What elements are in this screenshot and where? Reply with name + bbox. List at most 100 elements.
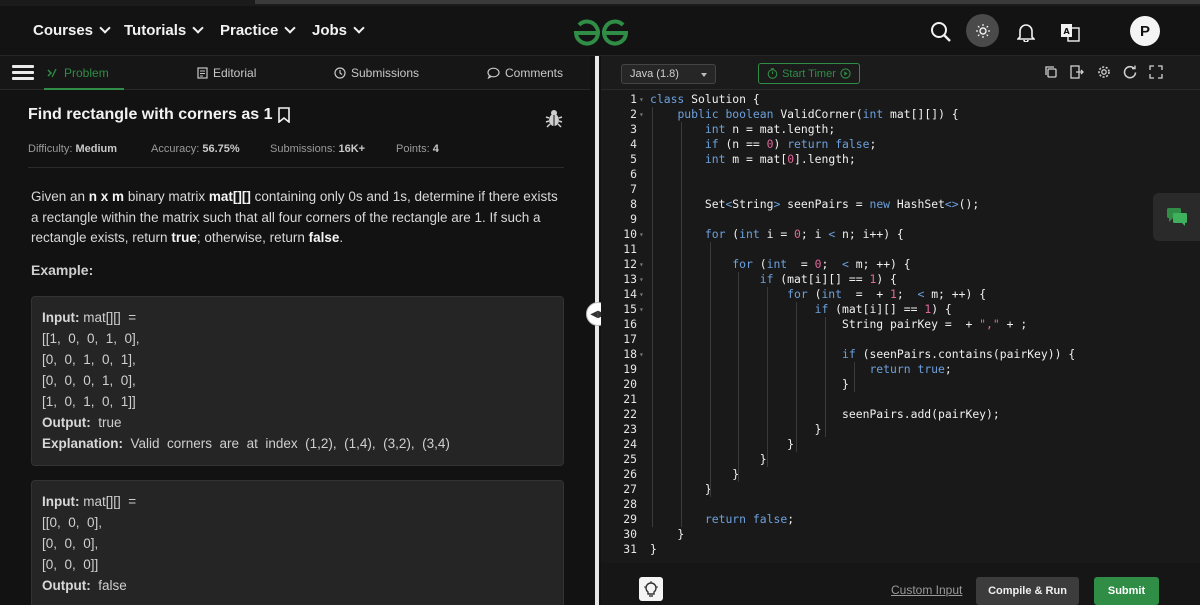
line-number: 5 [630, 152, 637, 166]
code-line[interactable]: 27 } [601, 482, 1191, 497]
copy-icon[interactable] [1044, 65, 1058, 79]
tab-submissions[interactable]: Submissions [334, 66, 419, 80]
code-line[interactable]: 1 ▾ class Solution { [601, 92, 1191, 107]
avatar[interactable]: P [1130, 16, 1160, 46]
matrix-row: [0, 0, 1, 0, 1], [42, 352, 136, 367]
fullscreen-icon[interactable] [1149, 65, 1163, 79]
comment-icon [487, 67, 500, 79]
indent-guide [853, 362, 855, 392]
theme-toggle-button[interactable] [966, 14, 999, 47]
bug-report-icon[interactable] [544, 108, 564, 128]
code-line[interactable]: 11 [601, 242, 1191, 257]
line-number: 20 [623, 377, 637, 391]
fold-chevron-icon[interactable]: ▾ [639, 302, 647, 317]
fold-chevron-icon[interactable]: ▾ [639, 287, 647, 302]
code-line[interactable]: 4 if (n == 0) return false; [601, 137, 1191, 152]
code-line[interactable]: 12 ▾ for (int = 0; < m; ++) { [601, 257, 1191, 272]
code-line[interactable]: 31} [601, 542, 1191, 557]
line-number: 14 [623, 287, 637, 301]
accuracy-meta: Accuracy: 56.75% [151, 143, 240, 155]
code-text: } [650, 527, 685, 541]
tab-comments-label: Comments [505, 66, 564, 80]
gear-icon[interactable] [1097, 65, 1111, 79]
fold-chevron-icon[interactable]: ▾ [639, 257, 647, 272]
nav-practice[interactable]: Practice [220, 22, 297, 39]
nav-courses[interactable]: Courses [33, 22, 111, 39]
fold-chevron-icon[interactable]: ▾ [639, 347, 647, 362]
chevron-down-icon [284, 22, 297, 34]
code-line[interactable]: 13 ▾ if (mat[i][] == 1) { [601, 272, 1191, 287]
code-line[interactable]: 22 seenPairs.add(pairKey); [601, 407, 1191, 422]
difficulty-value: Medium [75, 143, 118, 155]
output-key: Output: [42, 415, 91, 430]
export-icon[interactable] [1070, 65, 1084, 79]
hint-bulb-icon[interactable] [639, 577, 663, 601]
code-line[interactable]: 30 } [601, 527, 1191, 542]
fold-chevron-icon[interactable]: ▾ [639, 272, 647, 287]
code-line[interactable]: 10 ▾ for (int i = 0; i < n; i++) { [601, 227, 1191, 242]
code-line[interactable]: 9 [601, 212, 1191, 227]
code-line[interactable]: 8 Set<String> seenPairs = new HashSet<>(… [601, 197, 1191, 212]
language-select[interactable]: Java (1.8) [621, 64, 716, 84]
code-line[interactable]: 23 } [601, 422, 1191, 437]
accuracy-label: Accuracy: [151, 143, 200, 155]
code-line[interactable]: 16 String pairKey = + "," + ; [601, 317, 1191, 332]
code-line[interactable]: 26 } [601, 467, 1191, 482]
code-line[interactable]: 7 [601, 182, 1191, 197]
submit-button[interactable]: Submit [1094, 577, 1159, 605]
code-line[interactable]: 20 } [601, 377, 1191, 392]
geeksforgeeks-logo[interactable] [572, 18, 630, 48]
code-line[interactable]: 17 [601, 332, 1191, 347]
code-line[interactable]: 6 [601, 167, 1191, 182]
code-line[interactable]: 21 [601, 392, 1191, 407]
fold-chevron-icon[interactable]: ▾ [639, 92, 647, 107]
line-number: 21 [623, 392, 637, 406]
bookmark-icon[interactable] [277, 107, 291, 123]
tab-problem-label: Problem [64, 66, 109, 80]
chevron-down-icon [353, 22, 365, 34]
code-line[interactable]: 15 ▾ if (mat[i][] == 1) { [601, 302, 1191, 317]
svg-text:A: A [1064, 27, 1071, 36]
code-area[interactable]: 1 ▾ class Solution {2 ▾ public boolean Vali… [601, 92, 1191, 562]
tab-comments[interactable]: Comments [487, 66, 563, 80]
translate-icon[interactable]: A [1056, 18, 1084, 46]
code-text: String pairKey = + "," + ; [650, 317, 1028, 331]
reset-icon[interactable] [1123, 65, 1137, 79]
menu-icon[interactable] [12, 65, 34, 81]
explanation-key: Explanation: [42, 436, 124, 451]
panel-splitter[interactable] [595, 56, 599, 605]
fold-chevron-icon[interactable]: ▾ [639, 107, 647, 122]
tab-editorial[interactable]: Editorial [197, 66, 256, 80]
language-value: Java (1.8) [630, 68, 679, 80]
compile-run-button[interactable]: Compile & Run [976, 577, 1079, 605]
custom-input-link[interactable]: Custom Input [891, 583, 962, 597]
code-line[interactable]: 24 } [601, 437, 1191, 452]
input-key: Input: [42, 310, 80, 325]
chat-icon[interactable] [1153, 193, 1200, 241]
editor-bottom-bar: Custom Input Compile & Run Submit [601, 563, 1200, 605]
code-line[interactable]: 18 ▾ if (seenPairs.contains(pairKey)) { [601, 347, 1191, 362]
code-line[interactable]: 29 return false; [601, 512, 1191, 527]
code-line[interactable]: 2 ▾ public boolean ValidCorner(int mat[][… [601, 107, 1191, 122]
tab-problem[interactable]: Problem [47, 66, 109, 80]
code-line[interactable]: 19 return true; [601, 362, 1191, 377]
code-line[interactable]: 3 int n = mat.length; [601, 122, 1191, 137]
indent-guide [709, 242, 711, 497]
code-text: } [650, 542, 657, 556]
nav-tutorials[interactable]: Tutorials [124, 22, 204, 39]
avatar-letter: P [1139, 22, 1150, 40]
top-scrollbar[interactable] [255, 0, 1200, 4]
code-line[interactable]: 28 [601, 497, 1191, 512]
example-box-1: Input: mat[][] = [[1, 0, 0, 1, 0], [0, 0… [31, 296, 564, 466]
explanation-value: Valid corners are at index (1,2), (1,4),… [123, 436, 450, 451]
nav-jobs[interactable]: Jobs [312, 22, 365, 39]
code-line[interactable]: 14 ▾ for (int = + 1; < m; ++) { [601, 287, 1191, 302]
code-line[interactable]: 25 } [601, 452, 1191, 467]
line-number: 30 [623, 527, 637, 541]
problem-tabs: Problem Editorial Submissions Comments [0, 56, 590, 90]
search-icon[interactable] [927, 18, 955, 46]
bell-icon[interactable] [1012, 18, 1040, 46]
fold-chevron-icon[interactable]: ▾ [639, 227, 647, 242]
code-line[interactable]: 5 int m = mat[0].length; [601, 152, 1191, 167]
start-timer-button[interactable]: Start Timer [758, 63, 860, 84]
